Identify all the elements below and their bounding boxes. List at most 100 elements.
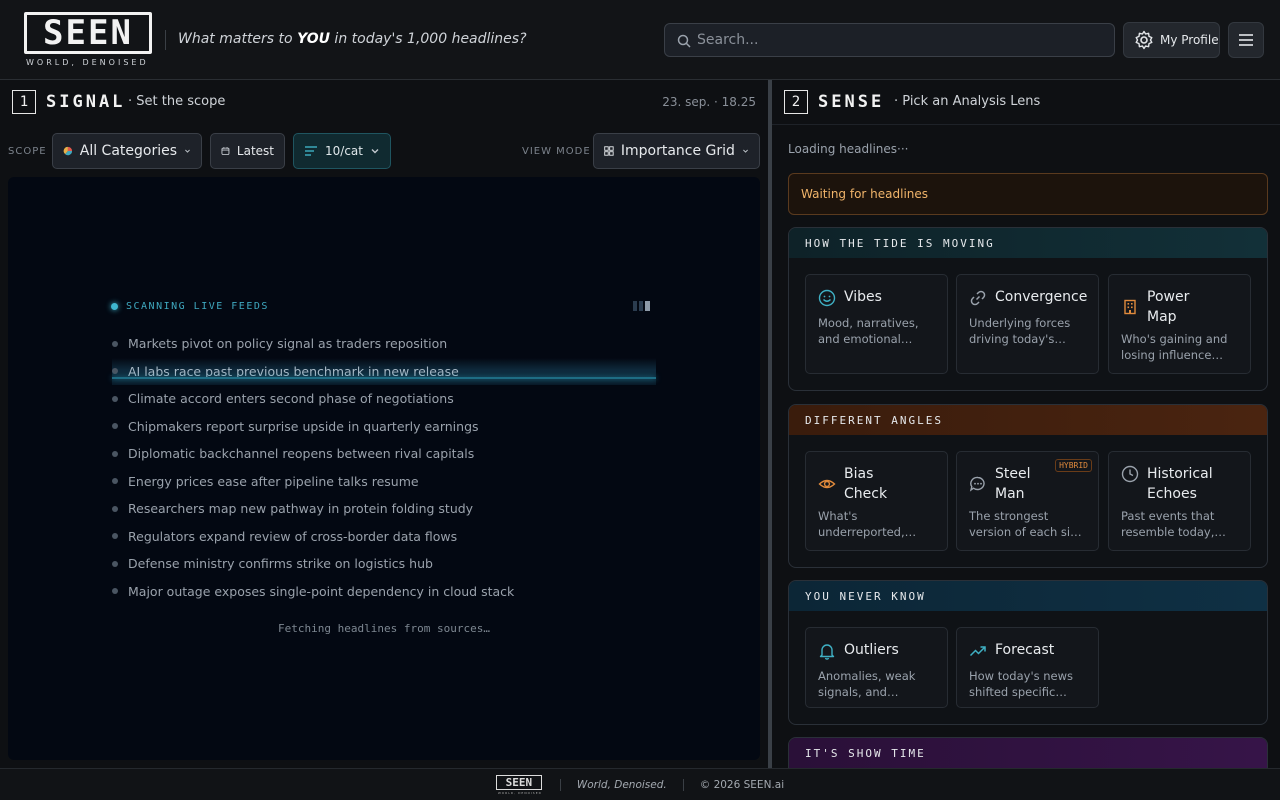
- hamburger-icon: [1239, 34, 1253, 46]
- lens-group-title: HOW THE TIDE IS MOVING: [789, 228, 1267, 258]
- menu-button[interactable]: [1228, 22, 1264, 58]
- lens-card-bias-check[interactable]: Bias Check What's underreported, overrep…: [805, 451, 948, 551]
- calendar-icon: [221, 147, 230, 155]
- sense-title: SENSE: [818, 92, 885, 112]
- my-profile-label: My Profile: [1160, 33, 1219, 47]
- headline-item[interactable]: Diplomatic backchannel reopens between r…: [112, 440, 656, 468]
- headline-list: Markets pivot on policy signal as trader…: [112, 330, 656, 605]
- gear-icon: [1135, 30, 1153, 50]
- headline-item[interactable]: Energy prices ease after pipeline talks …: [112, 468, 656, 496]
- headline-item[interactable]: Regulators expand review of cross-border…: [112, 523, 656, 551]
- scan-progress-icon: [633, 301, 650, 311]
- time-filter-button[interactable]: Latest: [210, 133, 285, 169]
- search-box[interactable]: [664, 23, 1115, 57]
- lens-card-title: Bias Check: [844, 466, 888, 502]
- lens-card-outliers[interactable]: Outliers Anomalies, weak signals, and co…: [805, 627, 948, 708]
- sense-subtitle: · Pick an Analysis Lens: [894, 94, 1041, 109]
- trend-up-icon: [969, 646, 986, 657]
- scanning-title: SCANNING LIVE FEEDS: [126, 301, 269, 312]
- grid-icon: [604, 146, 614, 156]
- lens-group-show-time: IT'S SHOW TIME: [788, 737, 1268, 768]
- fetch-status: Fetching headlines from sources…: [278, 622, 490, 635]
- chevron-down-icon: [371, 149, 379, 154]
- headline-item[interactable]: Climate accord enters second phase of ne…: [112, 385, 656, 413]
- lens-card-title: Steel Man: [995, 466, 1031, 502]
- chevron-down-icon: [743, 149, 748, 153]
- category-value: All Categories: [79, 143, 178, 159]
- section-divider: [772, 124, 1280, 125]
- footer: SEEN WORLD, DENOISED World, Denoised. © …: [0, 768, 1280, 800]
- bell-icon: [819, 644, 835, 660]
- footer-divider: [559, 778, 561, 791]
- search-input[interactable]: [697, 24, 1107, 56]
- headline-item[interactable]: Markets pivot on policy signal as trader…: [112, 330, 656, 358]
- lens-card-title: Vibes: [844, 289, 882, 305]
- lens-card-desc: Past events that resemble today, with le…: [1121, 509, 1215, 539]
- lens-card-historical-echoes[interactable]: Historical Echoes Past events that resem…: [1108, 451, 1251, 551]
- view-mode-label: VIEW MODE: [522, 146, 591, 157]
- lens-card-desc: What's underreported, overreported, and …: [818, 509, 905, 539]
- chat-bubble-icon: [969, 476, 985, 492]
- lens-card-forecast[interactable]: Forecast How today's news shifted specif…: [956, 627, 1099, 708]
- live-feed-panel: SCANNING LIVE FEEDS Markets pivot on pol…: [8, 177, 760, 760]
- lens-group-title: IT'S SHOW TIME: [789, 738, 1267, 768]
- lens-card-convergence[interactable]: Convergence Underlying forces driving to…: [956, 274, 1099, 374]
- footer-logo: SEEN WORLD, DENOISED: [495, 774, 542, 795]
- lens-group-tide: HOW THE TIDE IS MOVING Vibes Mood, narra…: [788, 227, 1268, 391]
- headline-item[interactable]: Defense ministry confirms strike on logi…: [112, 550, 656, 578]
- signal-subtitle: · Set the scope: [128, 94, 226, 109]
- lens-group-never-know: YOU NEVER KNOW Outliers Anomalies, weak …: [788, 580, 1268, 725]
- pie-chart-icon: [63, 146, 73, 156]
- logo-wordmark: SEEN: [24, 12, 152, 54]
- lens-card-title: Power Map: [1147, 289, 1190, 325]
- footer-motto: World, Denoised.: [576, 778, 667, 791]
- lens-card-title: Outliers: [844, 642, 899, 658]
- footer-divider: [682, 778, 684, 791]
- lens-card-power-map[interactable]: Power Map Who's gaining and losing influ…: [1108, 274, 1251, 374]
- view-mode-value: Importance Grid: [620, 143, 735, 159]
- lens-card-title: Forecast: [995, 642, 1055, 658]
- per-category-value: 10/cat: [325, 144, 363, 158]
- headline-item[interactable]: Chipmakers report surprise upside in qua…: [112, 413, 656, 441]
- building-icon: [1124, 299, 1136, 315]
- lens-card-steel-man[interactable]: HYBRID Steel Man The strongest version o…: [956, 451, 1099, 551]
- clock-icon: [1121, 465, 1139, 483]
- signal-step-number: 1: [12, 90, 36, 114]
- headline-item[interactable]: Researchers map new pathway in protein f…: [112, 495, 656, 523]
- my-profile-button[interactable]: My Profile: [1123, 22, 1220, 58]
- signal-title: SIGNAL: [46, 92, 126, 112]
- smile-icon: [818, 289, 836, 307]
- view-mode-select[interactable]: Importance Grid: [593, 133, 760, 169]
- lens-card-title: Historical Echoes: [1147, 466, 1213, 502]
- headline-item[interactable]: Major outage exposes single-point depend…: [112, 578, 656, 606]
- headline-item[interactable]: AI labs race past previous benchmark in …: [112, 357, 656, 385]
- per-category-select[interactable]: 10/cat: [293, 133, 391, 169]
- loading-status: Loading headlines···: [788, 142, 909, 156]
- list-icon: [305, 146, 317, 156]
- lens-card-desc: Mood, narratives, and emotional texture …: [818, 316, 919, 346]
- lens-card-desc: How today's news shifted specific predic…: [969, 669, 1074, 699]
- sense-panel: 2 SENSE · Pick an Analysis Lens Loading …: [772, 80, 1280, 768]
- lens-card-desc: Who's gaining and losing influence right…: [1121, 332, 1228, 362]
- header-tagline: What matters to YOU in today's 1,000 hea…: [178, 31, 527, 47]
- live-dot-icon: [111, 303, 118, 310]
- lens-group-title: DIFFERENT ANGLES: [789, 405, 1267, 435]
- sense-step-number: 2: [784, 90, 808, 114]
- lens-card-vibes[interactable]: Vibes Mood, narratives, and emotional te…: [805, 274, 948, 374]
- lens-card-desc: The strongest version of each side on co…: [969, 509, 1085, 539]
- top-bar: SEEN WORLD, DENOISED What matters to YOU…: [0, 0, 1280, 80]
- lens-card-desc: Underlying forces driving today's headli…: [969, 316, 1071, 346]
- signal-timestamp: 23. sep. · 18.25: [662, 95, 756, 109]
- search-icon: [677, 34, 691, 48]
- scanning-header: SCANNING LIVE FEEDS: [111, 301, 269, 312]
- scope-label: SCOPE: [8, 146, 47, 157]
- footer-copyright: © 2026 SEEN.ai: [699, 778, 785, 791]
- logo-tagline: WORLD, DENOISED: [26, 58, 149, 67]
- category-select[interactable]: All Categories: [52, 133, 202, 169]
- seen-logo[interactable]: SEEN WORLD, DENOISED: [24, 12, 154, 68]
- lens-group-title: YOU NEVER KNOW: [789, 581, 1267, 611]
- link-icon: [970, 290, 986, 306]
- header-divider: [165, 30, 166, 50]
- time-filter-value: Latest: [236, 144, 274, 158]
- signal-panel: 1 SIGNAL · Set the scope 23. sep. · 18.2…: [0, 80, 768, 768]
